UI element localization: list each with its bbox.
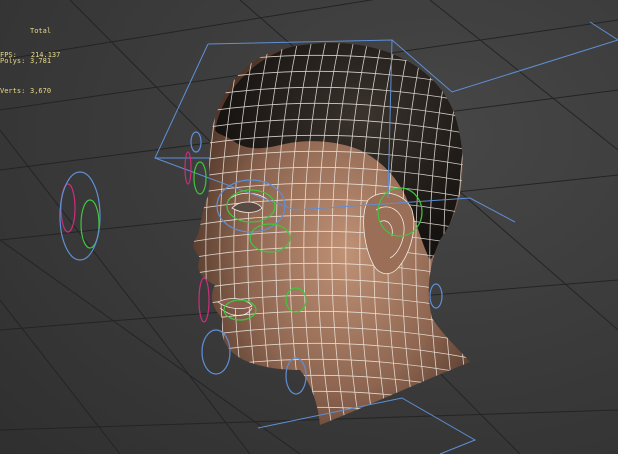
control-brow-green[interactable] [193,161,207,195]
control-brow-magenta[interactable] [184,151,192,185]
base-plate [257,397,477,454]
viewport-statistics: Total Polys: 3,781 Verts: 3,670 [0,6,51,116]
fps-label: FPS: [0,51,17,59]
control-chin-ring[interactable] [201,329,231,375]
stats-header: Total [30,27,52,35]
fps-value: 214.137 [30,51,61,59]
stats-header-row: Total [0,26,51,36]
bbox-left-edge [154,43,210,159]
head-mesh[interactable] [190,30,496,440]
3d-viewport[interactable]: Total Polys: 3,781 Verts: 3,670 FPS: 214.1… [0,0,618,454]
bbox-corner-edge [589,21,618,41]
control-lip-magenta[interactable] [198,277,210,323]
verts-label: Verts: [0,87,26,95]
fps-readout: FPS: 214.137 [0,51,60,59]
control-head-ring[interactable] [190,131,202,153]
control-neck-ring-2[interactable] [429,283,443,309]
verts-value: 3,670 [30,87,52,95]
stats-verts-row: Verts: 3,670 [0,86,51,96]
viewport-scene[interactable] [0,0,618,454]
